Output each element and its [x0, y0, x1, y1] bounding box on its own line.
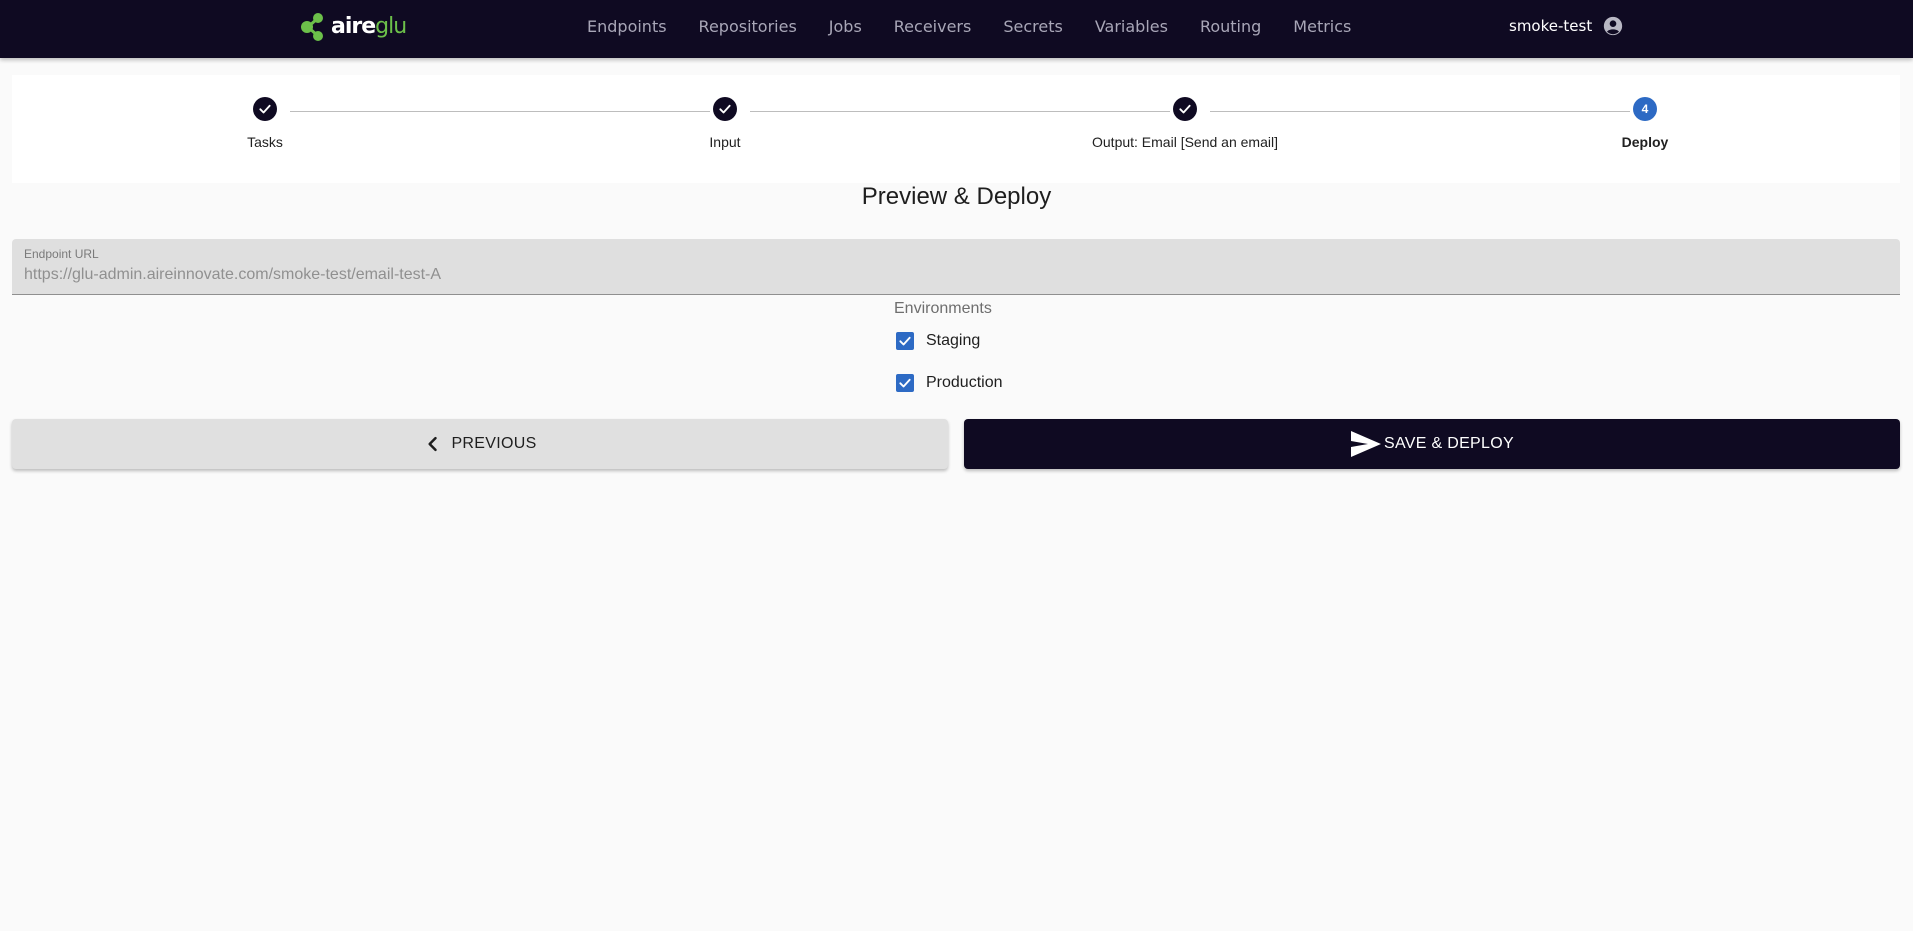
step-label: Deploy — [1621, 134, 1669, 150]
page-title: Preview & Deploy — [861, 183, 1052, 210]
env-option-production[interactable]: Production — [894, 362, 1003, 404]
check-icon — [713, 97, 737, 121]
account-circle-icon[interactable] — [1602, 15, 1624, 37]
progress-stepper: Tasks Input Output: Email [Send an email… — [12, 75, 1900, 183]
endpoint-url-value[interactable]: https://glu-admin.aireinnovate.com/smoke… — [24, 266, 441, 284]
nav-item-secrets[interactable]: Secrets — [1003, 17, 1062, 36]
step-input[interactable]: Input — [575, 97, 875, 150]
production-label: Production — [926, 374, 1003, 391]
save-and-deploy-label: SAVE & DEPLOY — [1384, 435, 1514, 452]
endpoint-url-label: Endpoint URL — [24, 247, 99, 261]
staging-checkbox[interactable] — [896, 332, 914, 350]
nav-item-receivers[interactable]: Receivers — [894, 17, 972, 36]
chevron-left-icon — [428, 436, 438, 452]
user-menu[interactable]: smoke-test — [1509, 0, 1624, 52]
nav-item-metrics[interactable]: Metrics — [1293, 17, 1351, 36]
logo-wordmark: aireglu — [331, 14, 407, 39]
check-icon — [1173, 97, 1197, 121]
previous-button[interactable]: PREVIOUS — [12, 419, 948, 469]
nav-item-routing[interactable]: Routing — [1200, 17, 1261, 36]
checkmark-icon — [899, 378, 911, 388]
nav-item-endpoints[interactable]: Endpoints — [587, 17, 667, 36]
step-tasks[interactable]: Tasks — [115, 97, 415, 150]
step-label: Tasks — [247, 134, 283, 150]
save-and-deploy-button[interactable]: SAVE & DEPLOY — [964, 419, 1900, 469]
env-option-staging[interactable]: Staging — [894, 320, 1003, 362]
environments-group: Environments Staging Production — [894, 300, 1003, 404]
endpoint-url-field[interactable]: Endpoint URL https://glu-admin.aireinnov… — [12, 239, 1900, 295]
production-checkbox[interactable] — [896, 374, 914, 392]
molecule-logo-icon — [301, 13, 323, 41]
send-icon — [1351, 431, 1382, 457]
nav-item-repositories[interactable]: Repositories — [699, 17, 797, 36]
main-nav: Endpoints Repositories Jobs Receivers Se… — [587, 0, 1383, 52]
environments-title: Environments — [894, 300, 992, 317]
step-number-badge: 4 — [1633, 97, 1657, 121]
step-label: Output: Email [Send an email] — [1092, 134, 1278, 150]
top-navbar: aireglu Endpoints Repositories Jobs Rece… — [0, 0, 1913, 58]
aireglu-logo[interactable]: aireglu — [299, 12, 407, 42]
nav-item-jobs[interactable]: Jobs — [829, 17, 862, 36]
user-name: smoke-test — [1509, 17, 1593, 35]
previous-label: PREVIOUS — [451, 435, 537, 452]
staging-label: Staging — [926, 332, 981, 349]
nav-item-variables[interactable]: Variables — [1095, 17, 1168, 36]
step-deploy[interactable]: 4 Deploy — [1495, 97, 1795, 150]
step-output[interactable]: Output: Email [Send an email] — [1035, 97, 1335, 150]
check-icon — [253, 97, 277, 121]
checkmark-icon — [899, 336, 911, 346]
step-label: Input — [709, 134, 741, 150]
